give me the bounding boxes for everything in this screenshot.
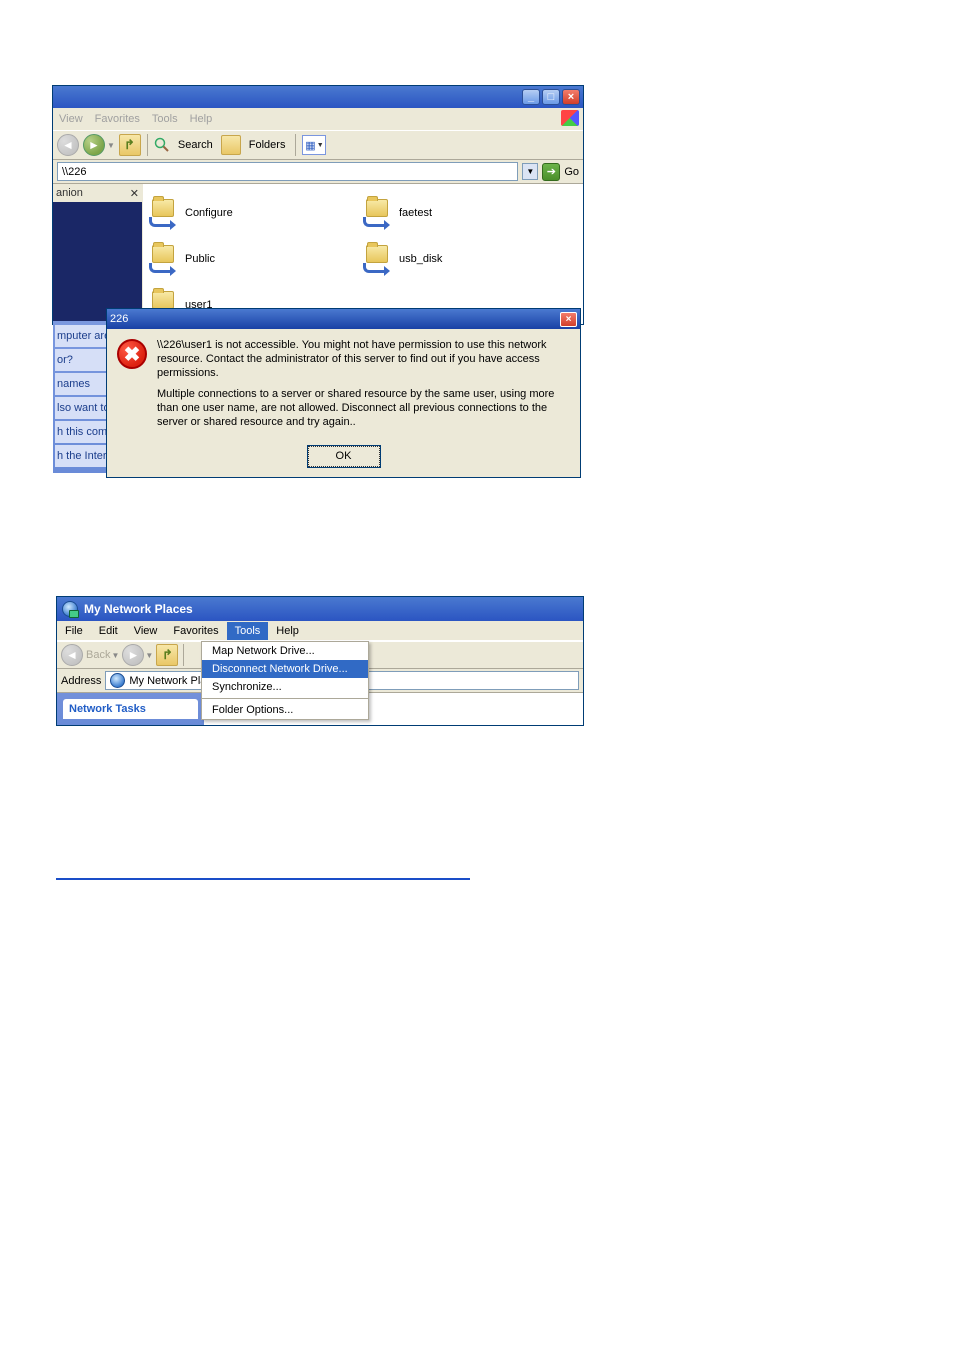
window-title: My Network Places bbox=[84, 602, 193, 616]
go-button[interactable]: Go bbox=[564, 166, 579, 178]
address-label: Address bbox=[61, 675, 101, 687]
explorer-window: _ □ × View Favorites Tools Help ◄ ► ▼ Se… bbox=[52, 85, 584, 325]
menu-separator bbox=[202, 698, 368, 699]
menu-file[interactable]: File bbox=[57, 622, 91, 640]
menu-item-map-drive[interactable]: Map Network Drive... bbox=[202, 642, 368, 660]
menu-view[interactable]: View bbox=[126, 622, 166, 640]
side-panel-close-icon[interactable]: ✕ bbox=[130, 187, 139, 200]
network-places-mini-icon bbox=[110, 673, 125, 688]
share-folder-icon bbox=[149, 199, 177, 227]
menu-edit[interactable]: Edit bbox=[91, 622, 126, 640]
address-text: \\226 bbox=[62, 166, 86, 178]
share-item-usbdisk[interactable]: usb_disk bbox=[363, 236, 577, 282]
back-label: Back bbox=[86, 649, 110, 661]
menu-item-disconnect-drive[interactable]: Disconnect Network Drive... bbox=[202, 660, 368, 678]
back-history-icon[interactable]: ▼ bbox=[111, 651, 119, 660]
share-label: usb_disk bbox=[399, 253, 442, 265]
menu-help[interactable]: Help bbox=[268, 622, 307, 640]
menu-favorites[interactable]: Favorites bbox=[95, 113, 140, 125]
explorer-body: anion ✕ Configure faetest Public usb_dis… bbox=[53, 184, 583, 324]
windows-flag-icon bbox=[561, 110, 579, 126]
search-icon bbox=[154, 137, 170, 153]
address-bar: \\226 ▼ ➔ Go bbox=[53, 160, 583, 184]
dialog-close-button[interactable]: × bbox=[560, 312, 577, 327]
dialog-titlebar: 226 × bbox=[107, 309, 580, 329]
forward-history-icon[interactable]: ▼ bbox=[145, 651, 153, 660]
dialog-text: \\226\user1 is not accessible. You might… bbox=[157, 339, 568, 438]
folders-icon bbox=[221, 135, 241, 155]
titlebar: _ □ × bbox=[53, 86, 583, 108]
menu-bar: File Edit View Favorites Tools Help bbox=[57, 621, 583, 641]
address-input[interactable]: \\226 bbox=[57, 162, 518, 181]
share-label: Public bbox=[185, 253, 215, 265]
minimize-button[interactable]: _ bbox=[522, 89, 540, 105]
share-folder-icon bbox=[363, 245, 391, 273]
menu-tools[interactable]: Tools bbox=[227, 622, 269, 640]
network-places-window: My Network Places File Edit View Favorit… bbox=[56, 596, 584, 726]
back-button[interactable]: ◄ bbox=[61, 644, 83, 666]
error-message-2: Multiple connections to a server or shar… bbox=[157, 388, 568, 429]
ok-button[interactable]: OK bbox=[308, 446, 380, 467]
close-button[interactable]: × bbox=[562, 89, 580, 105]
address-dropdown-icon[interactable]: ▼ bbox=[522, 163, 538, 180]
tools-dropdown-menu: Map Network Drive... Disconnect Network … bbox=[201, 641, 369, 720]
side-panel-title: anion bbox=[56, 187, 83, 199]
side-panel-header: anion ✕ bbox=[53, 184, 142, 202]
menu-bar: View Favorites Tools Help bbox=[53, 108, 583, 130]
menu-favorites[interactable]: Favorites bbox=[165, 622, 226, 640]
titlebar: My Network Places bbox=[57, 597, 583, 621]
toolbar: ◄ ► ▼ Search Folders ▦▼ bbox=[53, 130, 583, 160]
tasks-panel: Network Tasks bbox=[57, 693, 204, 725]
share-item-faetest[interactable]: faetest bbox=[363, 190, 577, 236]
share-label: Configure bbox=[185, 207, 233, 219]
maximize-button[interactable]: □ bbox=[542, 89, 560, 105]
separator bbox=[295, 134, 296, 156]
dialog-title: 226 bbox=[110, 313, 128, 325]
tasks-panel-header: Network Tasks bbox=[63, 699, 198, 719]
menu-tools[interactable]: Tools bbox=[152, 113, 178, 125]
dialog-body: ✖ \\226\user1 is not accessible. You mig… bbox=[107, 329, 580, 446]
error-message-1: \\226\user1 is not accessible. You might… bbox=[157, 339, 568, 380]
share-folder-icon bbox=[363, 199, 391, 227]
search-button[interactable]: Search bbox=[174, 139, 217, 151]
menu-help[interactable]: Help bbox=[190, 113, 213, 125]
share-list: Configure faetest Public usb_disk user1 bbox=[143, 184, 583, 324]
separator bbox=[147, 134, 148, 156]
menu-view[interactable]: View bbox=[59, 113, 83, 125]
share-label: faetest bbox=[399, 207, 432, 219]
error-icon: ✖ bbox=[117, 339, 147, 369]
menu-item-synchronize[interactable]: Synchronize... bbox=[202, 678, 368, 696]
blue-divider bbox=[56, 878, 470, 880]
share-folder-icon bbox=[149, 245, 177, 273]
share-item-public[interactable]: Public bbox=[149, 236, 363, 282]
forward-button[interactable]: ► bbox=[83, 134, 105, 156]
back-button[interactable]: ◄ bbox=[57, 134, 79, 156]
history-dropdown-icon[interactable]: ▼ bbox=[107, 141, 115, 150]
network-places-icon bbox=[62, 601, 78, 617]
go-button-icon[interactable]: ➔ bbox=[542, 163, 560, 181]
up-button[interactable] bbox=[156, 644, 178, 666]
menu-item-folder-options[interactable]: Folder Options... bbox=[202, 701, 368, 719]
share-item-configure[interactable]: Configure bbox=[149, 190, 363, 236]
error-dialog: 226 × ✖ \\226\user1 is not accessible. Y… bbox=[106, 308, 581, 478]
folders-button[interactable]: Folders bbox=[245, 139, 290, 151]
side-panel-body bbox=[53, 202, 142, 324]
separator bbox=[183, 644, 184, 666]
side-panel: anion ✕ bbox=[53, 184, 143, 324]
views-button[interactable]: ▦▼ bbox=[302, 135, 326, 155]
up-button[interactable] bbox=[119, 134, 141, 156]
forward-button[interactable]: ► bbox=[122, 644, 144, 666]
